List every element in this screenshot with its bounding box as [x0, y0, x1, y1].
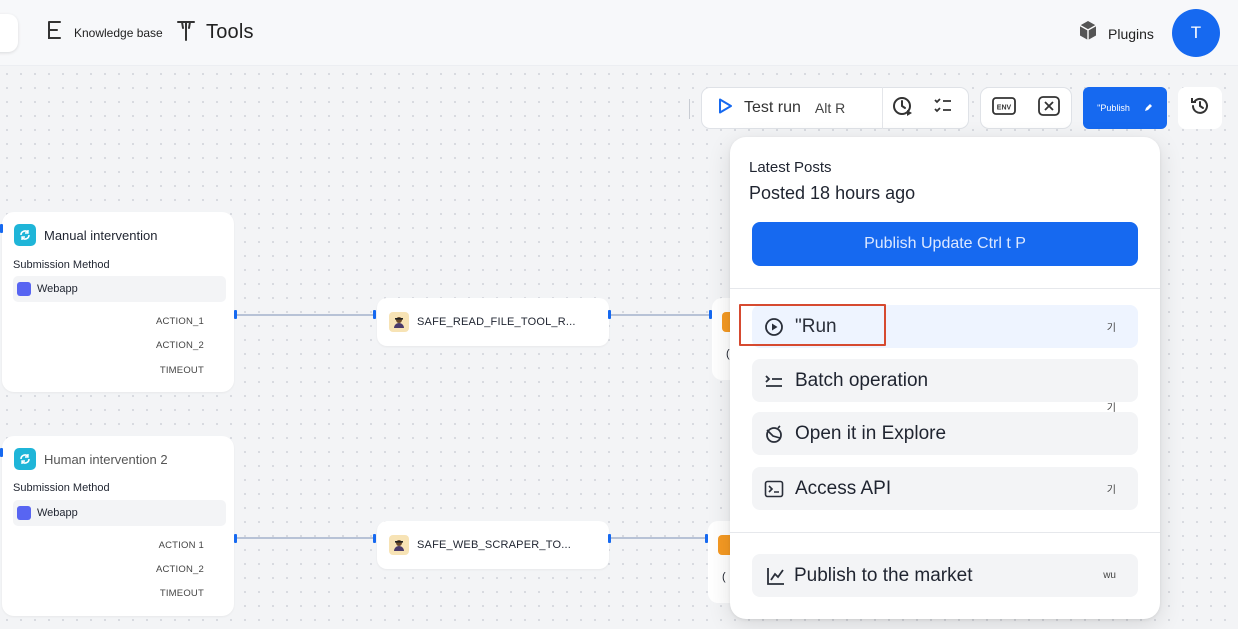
variable-button[interactable]	[1026, 88, 1071, 128]
input-port[interactable]	[0, 448, 3, 457]
action-branch-label: ACTION_2	[155, 564, 204, 575]
input-port[interactable]	[373, 534, 376, 543]
menu-item-shortcut: 기	[1106, 485, 1116, 496]
input-port[interactable]	[0, 224, 3, 233]
test-run-label: Test run	[744, 99, 801, 116]
checklist-button[interactable]	[923, 88, 963, 128]
variable-x-icon	[1037, 95, 1060, 121]
input-port[interactable]	[373, 310, 376, 319]
explore-icon	[764, 424, 784, 444]
edit-pencil-icon	[1144, 103, 1153, 114]
node-title: Human intervention 2	[44, 451, 168, 467]
menu-item-access-api[interactable]: Access API 기	[752, 467, 1138, 510]
agent-tool-icon	[389, 312, 409, 332]
svg-text:ENV: ENV	[996, 104, 1011, 111]
env-button[interactable]: ENV	[981, 88, 1026, 128]
menu-item-run[interactable]: "Run 기	[752, 305, 1138, 348]
user-avatar[interactable]: T	[1172, 9, 1220, 57]
webapp-icon	[17, 506, 31, 520]
toolbar-env-group: ENV	[980, 87, 1072, 129]
connection-edge	[237, 537, 375, 539]
menu-item-label: Batch operation	[795, 369, 929, 391]
connection-edge	[611, 537, 707, 539]
menu-item-batch-operation[interactable]: Batch operation 기	[752, 359, 1138, 414]
play-circle-icon	[764, 317, 784, 337]
manual-intervention-node[interactable]: Manual intervention Submission Method We…	[2, 212, 234, 392]
history-icon	[1189, 95, 1211, 122]
plugins-cube-icon	[1078, 20, 1098, 47]
connection-edge	[237, 314, 375, 316]
play-icon	[716, 97, 734, 120]
action-branch-label: ACTION 1	[158, 540, 204, 551]
menu-item-label: Publish to the market	[794, 564, 973, 586]
submission-method-label: Submission Method	[13, 482, 110, 494]
divider	[730, 288, 1160, 289]
batch-list-icon	[764, 371, 784, 391]
menu-item-publish-to-market[interactable]: Publish to the market wu	[752, 554, 1138, 597]
nav-knowledge-base[interactable]: Knowledge base	[46, 20, 163, 45]
posted-time-text: Posted 18 hours ago	[749, 183, 916, 203]
nav-tools[interactable]: Tools	[176, 18, 254, 47]
knowledge-base-icon	[46, 20, 64, 45]
test-run-button[interactable]: Test run Alt R	[702, 88, 882, 128]
run-history-button[interactable]	[883, 88, 923, 128]
node-header: Human intervention 2	[14, 448, 168, 470]
intervention-node-icon	[14, 224, 36, 246]
connection-edge	[611, 314, 711, 316]
nav-plugins-label: Plugins	[1108, 25, 1154, 42]
terminal-icon	[764, 479, 784, 499]
node-header: Manual intervention	[14, 224, 157, 246]
tool-node-label: SAFE_READ_FILE_TOOL_R...	[417, 316, 576, 328]
checklist-icon	[933, 96, 953, 121]
submission-method-label: Submission Method	[13, 259, 110, 271]
tool-node[interactable]: SAFE_READ_FILE_TOOL_R...	[377, 298, 609, 346]
latest-posts-title: Latest Posts	[749, 159, 832, 176]
version-history-button[interactable]	[1178, 87, 1222, 129]
action-branch-label: ACTION_2	[155, 340, 204, 351]
webapp-icon	[17, 282, 31, 296]
timeout-branch-label: TIMEOUT	[159, 365, 204, 376]
menu-item-shortcut: 기	[1106, 323, 1116, 334]
collapsed-sidebar-toggle[interactable]	[0, 14, 18, 52]
nav-plugins[interactable]: Plugins	[1078, 20, 1154, 47]
nav-tools-label: Tools	[206, 21, 254, 43]
top-header: Knowledge base Tools Plugins T	[0, 0, 1238, 66]
menu-item-shortcut: wu	[1103, 570, 1116, 581]
env-icon: ENV	[991, 96, 1016, 121]
submission-method-value: Webapp	[13, 500, 226, 526]
node-title: Manual intervention	[44, 227, 158, 243]
method-text: Webapp	[37, 283, 78, 295]
action-branch-label: ACTION_1	[155, 316, 204, 327]
agent-tool-icon	[389, 535, 409, 555]
submission-method-value: Webapp	[13, 276, 226, 302]
publish-update-button[interactable]: Publish Update Ctrl t P	[752, 222, 1138, 266]
timeout-branch-label: TIMEOUT	[159, 588, 204, 599]
tool-node[interactable]: SAFE_WEB_SCRAPER_TO...	[377, 521, 609, 569]
divider	[730, 532, 1160, 533]
menu-item-open-in-explore[interactable]: Open it in Explore	[752, 412, 1138, 455]
menu-item-label: Access API	[795, 477, 892, 499]
tool-node-label: SAFE_WEB_SCRAPER_TO...	[417, 539, 571, 551]
partial-node-text: (	[722, 571, 726, 583]
market-chart-icon	[766, 566, 786, 586]
toolbar-separator	[689, 99, 690, 119]
method-text: Webapp	[37, 507, 78, 519]
publish-label: "Publish	[1097, 103, 1130, 113]
human-intervention-2-node[interactable]: Human intervention 2 Submission Method W…	[2, 436, 234, 616]
clock-play-icon	[892, 95, 914, 122]
tools-icon	[176, 18, 196, 47]
intervention-node-icon	[14, 448, 36, 470]
publish-button[interactable]: "Publish	[1083, 87, 1167, 129]
nav-knowledge-base-label: Knowledge base	[74, 25, 163, 40]
test-run-shortcut: Alt R	[814, 100, 846, 116]
toolbar-run-group: Test run Alt R	[701, 87, 969, 129]
menu-item-label: "Run	[795, 315, 837, 337]
menu-item-label: Open it in Explore	[795, 422, 947, 444]
publish-dropdown-panel: Latest Posts Posted 18 hours ago Publish…	[730, 137, 1160, 619]
